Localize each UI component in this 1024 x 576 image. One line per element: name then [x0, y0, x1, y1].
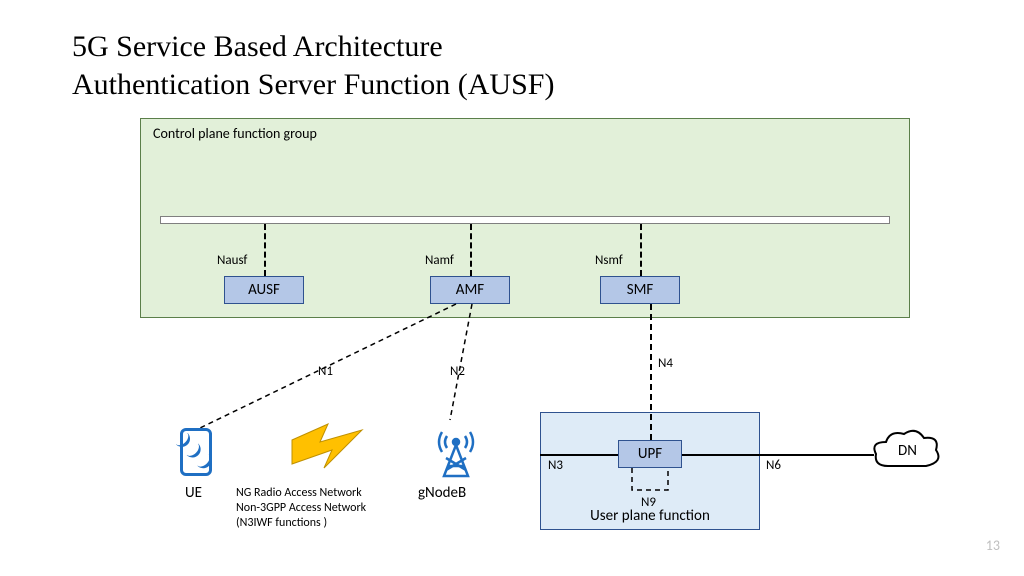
label-n4: N4	[658, 356, 673, 371]
wifi-glyph: ❩❩❩	[172, 428, 220, 476]
label-n2: N2	[450, 364, 465, 379]
connector-nausf	[264, 224, 266, 276]
label-dn: DN	[898, 442, 917, 460]
ue-icon: ❩❩❩	[180, 428, 212, 476]
connector-nsmf	[640, 224, 642, 276]
control-plane-label: Control plane function group	[153, 125, 317, 142]
label-nsmf: Nsmf	[595, 253, 623, 268]
page-number: 13	[986, 537, 1000, 554]
label-n3: N3	[548, 458, 563, 473]
connector-namf	[470, 224, 472, 276]
label-namf: Namf	[425, 253, 454, 268]
service-bus	[160, 216, 890, 224]
label-gnodeb: gNodeB	[418, 484, 466, 502]
connector-n6	[682, 454, 874, 456]
title-line2: Authentication Server Function (AUSF)	[72, 68, 554, 101]
connector-n3	[540, 454, 618, 456]
label-ue: UE	[185, 484, 202, 502]
label-n9: N9	[641, 495, 656, 510]
ran-description: NG Radio Access Network Non-3GPP Access …	[236, 486, 396, 531]
lightning-icon	[284, 420, 374, 476]
label-n1: N1	[318, 364, 333, 379]
node-upf: UPF	[618, 440, 682, 468]
node-smf: SMF	[600, 276, 680, 304]
connector-n4	[650, 304, 652, 440]
node-amf: AMF	[430, 276, 510, 304]
label-n6: N6	[766, 458, 781, 473]
gnodeb-icon	[432, 420, 480, 480]
node-ausf: AUSF	[224, 276, 304, 304]
title-line1: 5G Service Based Architecture	[72, 30, 443, 63]
slide-title: 5G Service Based Architecture Authentica…	[72, 28, 554, 103]
label-nausf: Nausf	[217, 253, 247, 268]
